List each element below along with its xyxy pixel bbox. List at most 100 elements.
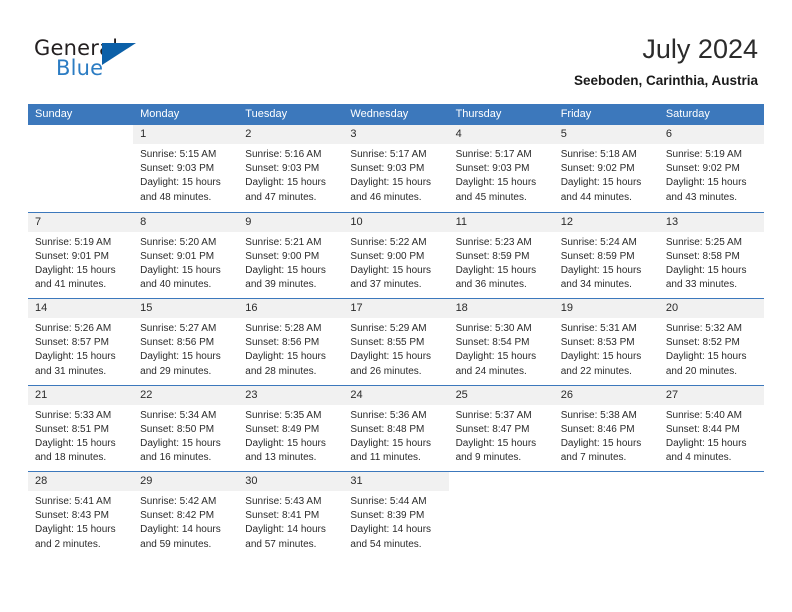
day-cell[interactable]: 2 Sunrise: 5:16 AM Sunset: 9:03 PM Daylight…	[238, 125, 344, 212]
day-cell[interactable]: 3 Sunrise: 5:17 AM Sunset: 9:03 PM Daylight…	[343, 125, 449, 212]
day-cell[interactable]: 29 Sunrise: 5:42 AM Sunset: 8:42 PM Dayligh…	[133, 472, 239, 558]
day-detail-line: and 16 minutes.	[140, 452, 212, 464]
blue-triangle-icon	[102, 43, 136, 65]
day-number: 12	[560, 215, 573, 228]
day-cell[interactable]: 6 Sunrise: 5:19 AM Sunset: 9:02 PM Daylight…	[658, 125, 764, 212]
day-detail-line: Sunset: 9:03 PM	[140, 163, 215, 175]
day-cell[interactable]: 1 Sunrise: 5:15 AM Sunset: 9:03 PM Daylight…	[133, 125, 239, 212]
general-blue-logo[interactable]: General Blue	[34, 36, 164, 84]
day-cell[interactable]: 15 Sunrise: 5:27 AM Sunset: 8:56 PM Dayligh…	[133, 299, 239, 385]
day-detail-line: Sunrise: 5:36 AM	[350, 409, 427, 421]
day-cell-empty	[553, 472, 659, 558]
day-detail-line: Sunrise: 5:37 AM	[455, 409, 532, 421]
day-cell[interactable]: 8 Sunrise: 5:20 AM Sunset: 9:01 PM Daylight…	[133, 212, 239, 299]
day-cell[interactable]: 31 Sunrise: 5:44 AM Sunset: 8:39 PM Dayligh…	[343, 472, 449, 558]
day-detail-line: Sunset: 8:54 PM	[455, 337, 530, 349]
day-cell[interactable]: 19 Sunrise: 5:31 AM Sunset: 8:53 PM Dayligh…	[553, 299, 659, 385]
day-cell[interactable]: 30 Sunrise: 5:43 AM Sunset: 8:41 PM Dayligh…	[238, 472, 344, 558]
day-cell[interactable]: 18 Sunrise: 5:30 AM Sunset: 8:54 PM Dayligh…	[448, 299, 554, 385]
day-number-band: 27	[658, 385, 764, 405]
day-detail-line: Daylight: 15 hours	[665, 177, 747, 189]
day-number-band: 20	[658, 299, 764, 318]
day-cell[interactable]: 4 Sunrise: 5:17 AM Sunset: 9:03 PM Daylight…	[448, 125, 554, 212]
day-number-band: 22	[133, 385, 239, 405]
day-number-band: 28	[28, 472, 134, 491]
day-cell[interactable]: 16 Sunrise: 5:28 AM Sunset: 8:56 PM Dayligh…	[238, 299, 344, 385]
day-number-band: 4	[448, 125, 554, 144]
day-number-band: 6	[658, 125, 764, 144]
day-detail-line: Sunset: 8:59 PM	[455, 250, 530, 262]
calendar-week-row: 28 Sunrise: 5:41 AM Sunset: 8:43 PM Dayligh…	[28, 471, 764, 558]
day-details: Sunrise: 5:19 AM Sunset: 9:01 PM Daylight:…	[28, 232, 133, 293]
day-number-band: 18	[448, 299, 554, 318]
day-detail-line: Daylight: 15 hours	[665, 437, 747, 449]
day-detail-line: Sunrise: 5:32 AM	[665, 323, 742, 334]
day-detail-line: Sunset: 9:03 PM	[455, 163, 530, 175]
day-detail-line: Daylight: 15 hours	[455, 264, 537, 276]
day-detail-line: Sunrise: 5:34 AM	[140, 409, 217, 421]
day-cell[interactable]: 27 Sunrise: 5:40 AM Sunset: 8:44 PM Dayligh…	[658, 385, 764, 472]
day-cell[interactable]: 5 Sunrise: 5:18 AM Sunset: 9:02 PM Daylight…	[553, 125, 659, 212]
day-detail-line: Sunset: 8:53 PM	[560, 337, 635, 349]
day-cell[interactable]: 13 Sunrise: 5:25 AM Sunset: 8:58 PM Dayligh…	[658, 212, 764, 299]
day-details	[28, 144, 133, 148]
day-details: Sunrise: 5:30 AM Sunset: 8:54 PM Daylight:…	[449, 318, 554, 379]
day-detail-line: Sunset: 8:39 PM	[350, 510, 425, 522]
day-cell[interactable]: 26 Sunrise: 5:38 AM Sunset: 8:46 PM Dayligh…	[553, 385, 659, 472]
day-details: Sunrise: 5:18 AM Sunset: 9:02 PM Daylight:…	[554, 144, 659, 205]
day-cell[interactable]: 21 Sunrise: 5:33 AM Sunset: 8:51 PM Dayligh…	[28, 385, 134, 472]
day-detail-line: and 26 minutes.	[350, 365, 422, 377]
day-detail-line: and 34 minutes.	[560, 279, 632, 291]
day-detail-line: and 11 minutes.	[350, 452, 421, 464]
day-number: 15	[140, 302, 153, 314]
day-detail-line: Sunset: 9:03 PM	[245, 163, 320, 175]
calendar-week-row: 7 Sunrise: 5:19 AM Sunset: 9:01 PM Daylight…	[28, 211, 764, 299]
day-detail-line: Sunrise: 5:16 AM	[245, 149, 322, 160]
day-number: 18	[455, 302, 468, 314]
day-cell[interactable]: 12 Sunrise: 5:24 AM Sunset: 8:59 PM Dayligh…	[553, 212, 659, 299]
day-cell[interactable]: 22 Sunrise: 5:34 AM Sunset: 8:50 PM Dayligh…	[133, 385, 239, 472]
day-cell[interactable]: 11 Sunrise: 5:23 AM Sunset: 8:59 PM Dayligh…	[448, 212, 554, 299]
day-cell[interactable]: 25 Sunrise: 5:37 AM Sunset: 8:47 PM Dayligh…	[448, 385, 554, 472]
day-cell[interactable]: 20 Sunrise: 5:32 AM Sunset: 8:52 PM Dayligh…	[658, 299, 764, 385]
day-detail-line: and 29 minutes.	[140, 365, 212, 377]
day-details: Sunrise: 5:22 AM Sunset: 9:00 PM Daylight:…	[343, 232, 448, 293]
day-cell[interactable]: 24 Sunrise: 5:36 AM Sunset: 8:48 PM Dayligh…	[343, 385, 449, 472]
day-cell[interactable]: 7 Sunrise: 5:19 AM Sunset: 9:01 PM Daylight…	[28, 212, 134, 299]
day-details: Sunrise: 5:33 AM Sunset: 8:51 PM Daylight:…	[28, 405, 133, 466]
day-cell[interactable]: 28 Sunrise: 5:41 AM Sunset: 8:43 PM Dayligh…	[28, 472, 134, 558]
day-number: 7	[35, 215, 42, 228]
title-block: July 2024 Seeboden, Carinthia, Austria	[574, 32, 758, 89]
calendar-week-cells: 14 Sunrise: 5:26 AM Sunset: 8:57 PM Dayligh…	[28, 299, 764, 385]
day-detail-line: Sunrise: 5:19 AM	[665, 149, 742, 160]
day-detail-line: Sunrise: 5:19 AM	[35, 236, 112, 248]
day-cell[interactable]: 9 Sunrise: 5:21 AM Sunset: 9:00 PM Daylight…	[238, 212, 344, 299]
day-detail-line: and 39 minutes.	[245, 279, 317, 291]
day-detail-line: and 54 minutes.	[350, 538, 422, 550]
day-details: Sunrise: 5:40 AM Sunset: 8:44 PM Daylight:…	[659, 405, 764, 466]
day-detail-line: Daylight: 15 hours	[245, 351, 326, 363]
day-detail-line: Daylight: 15 hours	[140, 351, 221, 363]
day-detail-line: Sunrise: 5:43 AM	[245, 496, 322, 507]
day-cell[interactable]: 23 Sunrise: 5:35 AM Sunset: 8:49 PM Dayligh…	[238, 385, 344, 472]
day-number-band: 31	[343, 472, 449, 491]
day-detail-line: and 18 minutes.	[35, 452, 107, 464]
day-detail-line: Sunset: 8:48 PM	[350, 423, 425, 435]
day-number-band: 29	[133, 472, 239, 491]
day-cell[interactable]: 14 Sunrise: 5:26 AM Sunset: 8:57 PM Dayligh…	[28, 299, 134, 385]
day-detail-line: Daylight: 15 hours	[560, 264, 642, 276]
calendar-page: General Blue July 2024 Seeboden, Carinth…	[0, 0, 792, 612]
day-cell[interactable]: 17 Sunrise: 5:29 AM Sunset: 8:55 PM Dayligh…	[343, 299, 449, 385]
day-number-band: 23	[238, 385, 344, 405]
day-number-band: 26	[553, 385, 659, 405]
day-detail-line: Daylight: 15 hours	[245, 264, 326, 276]
day-detail-line: Sunset: 8:41 PM	[245, 510, 320, 522]
day-cell[interactable]: 10 Sunrise: 5:22 AM Sunset: 9:00 PM Dayligh…	[343, 212, 449, 299]
day-detail-line: Sunset: 8:58 PM	[665, 250, 740, 262]
day-details: Sunrise: 5:17 AM Sunset: 9:03 PM Daylight:…	[343, 144, 448, 205]
day-detail-line: and 20 minutes.	[665, 365, 738, 377]
day-detail-line: Sunrise: 5:17 AM	[350, 149, 427, 160]
calendar-week-row: 21 Sunrise: 5:33 AM Sunset: 8:51 PM Dayligh…	[28, 384, 764, 472]
day-number-band: 17	[343, 299, 449, 318]
day-details: Sunrise: 5:41 AM Sunset: 8:43 PM Daylight:…	[28, 491, 133, 552]
